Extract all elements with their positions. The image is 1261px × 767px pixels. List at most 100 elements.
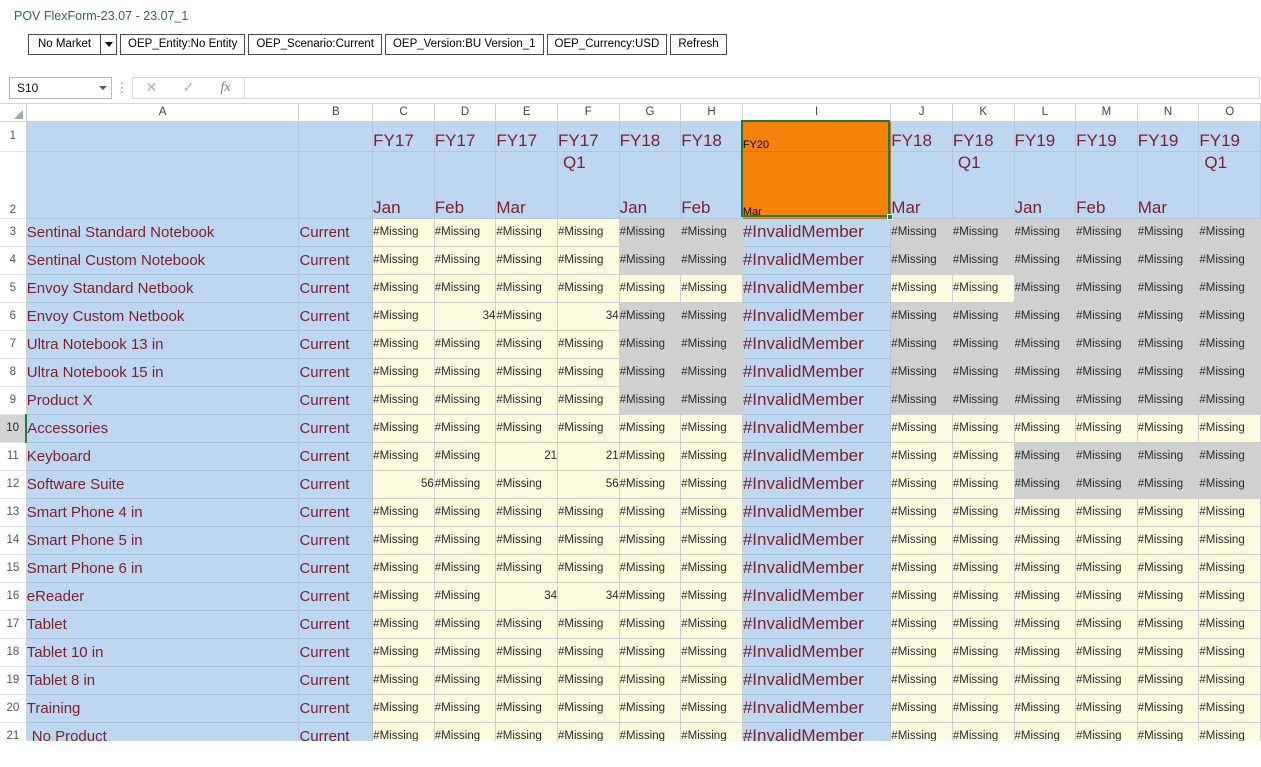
column-header-A[interactable]: A <box>26 104 299 121</box>
cell-G19[interactable]: #Missing <box>619 666 681 694</box>
cell-K6[interactable]: #Missing <box>952 302 1014 330</box>
scenario-cell[interactable]: Current <box>299 694 373 722</box>
cell-H4[interactable]: #Missing <box>681 246 743 274</box>
scenario-cell[interactable]: Current <box>299 246 373 274</box>
cell-M13[interactable]: #Missing <box>1076 498 1138 526</box>
cell-N14[interactable]: #Missing <box>1137 526 1199 554</box>
cell-N17[interactable]: #Missing <box>1137 610 1199 638</box>
cell-H17[interactable]: #Missing <box>681 610 743 638</box>
cell-F15[interactable]: #Missing <box>558 554 620 582</box>
row-header-3[interactable]: 3 <box>0 218 26 246</box>
cell-F3[interactable]: #Missing <box>558 218 620 246</box>
cell-F6[interactable]: 34 <box>558 302 620 330</box>
cell-M15[interactable]: #Missing <box>1076 554 1138 582</box>
cell-F8[interactable]: #Missing <box>558 358 620 386</box>
cell-D13[interactable]: #Missing <box>434 498 496 526</box>
cell-J18[interactable]: #Missing <box>891 638 953 666</box>
row-label[interactable]: Ultra Notebook 15 in <box>26 358 299 386</box>
cell-I19[interactable]: #InvalidMember <box>742 666 890 694</box>
row-label[interactable]: No Product <box>26 722 299 741</box>
cell-L15[interactable]: #Missing <box>1014 554 1076 582</box>
cell-H16[interactable]: #Missing <box>681 582 743 610</box>
scenario-cell[interactable]: Current <box>299 274 373 302</box>
cell-D4[interactable]: #Missing <box>434 246 496 274</box>
row-header-2[interactable]: 2 <box>0 151 26 218</box>
cell-M19[interactable]: #Missing <box>1076 666 1138 694</box>
cell-L18[interactable]: #Missing <box>1014 638 1076 666</box>
row-header-6[interactable]: 6 <box>0 302 26 330</box>
cell-D20[interactable]: #Missing <box>434 694 496 722</box>
cell-J13[interactable]: #Missing <box>891 498 953 526</box>
cell-E9[interactable]: #Missing <box>496 386 558 414</box>
cell-O12[interactable]: #Missing <box>1199 470 1261 498</box>
row-label[interactable]: Sentinal Standard Notebook <box>26 218 299 246</box>
cell-O16[interactable]: #Missing <box>1199 582 1261 610</box>
cell-F20[interactable]: #Missing <box>558 694 620 722</box>
column-header-F[interactable]: F <box>558 104 620 121</box>
cell-M11[interactable]: #Missing <box>1076 442 1138 470</box>
cell-M4[interactable]: #Missing <box>1076 246 1138 274</box>
column-header-C[interactable]: C <box>373 104 435 121</box>
cell-G12[interactable]: #Missing <box>619 470 681 498</box>
cell-M14[interactable]: #Missing <box>1076 526 1138 554</box>
cell-O21[interactable]: #Missing <box>1199 722 1261 741</box>
cell-K12[interactable]: #Missing <box>952 470 1014 498</box>
selection-fill-handle[interactable] <box>887 214 893 220</box>
cell-F14[interactable]: #Missing <box>558 526 620 554</box>
row-label[interactable]: Envoy Standard Netbook <box>26 274 299 302</box>
scenario-cell[interactable]: Current <box>299 610 373 638</box>
cell-J6[interactable]: #Missing <box>891 302 953 330</box>
cell-D16[interactable]: #Missing <box>434 582 496 610</box>
cell-C6[interactable]: #Missing <box>373 302 435 330</box>
cell-C15[interactable]: #Missing <box>373 554 435 582</box>
row-label[interactable]: Smart Phone 4 in <box>26 498 299 526</box>
column-header-K[interactable]: K <box>952 104 1014 121</box>
cell-E8[interactable]: #Missing <box>496 358 558 386</box>
cell-J7[interactable]: #Missing <box>891 330 953 358</box>
cell-O1[interactable]: FY19 <box>1199 121 1261 151</box>
cell-D6[interactable]: 34 <box>434 302 496 330</box>
spreadsheet-grid[interactable]: A B C D E F G H I J K L M N O 1FY17FY17F… <box>0 104 1261 741</box>
cell-G11[interactable]: #Missing <box>619 442 681 470</box>
cell-K7[interactable]: #Missing <box>952 330 1014 358</box>
row-label[interactable]: Keyboard <box>26 442 299 470</box>
cell-N19[interactable]: #Missing <box>1137 666 1199 694</box>
cell-D18[interactable]: #Missing <box>434 638 496 666</box>
cell-G14[interactable]: #Missing <box>619 526 681 554</box>
cell-E20[interactable]: #Missing <box>496 694 558 722</box>
cell-G18[interactable]: #Missing <box>619 638 681 666</box>
name-box[interactable]: S10 <box>9 77 112 99</box>
cell-F2[interactable]: Q1 <box>558 151 620 218</box>
cell-M1[interactable]: FY19 <box>1076 121 1138 151</box>
cell-G3[interactable]: #Missing <box>619 218 681 246</box>
cell-N12[interactable]: #Missing <box>1137 470 1199 498</box>
cell-F21[interactable]: #Missing <box>558 722 620 741</box>
column-header-I[interactable]: I <box>742 104 890 121</box>
cell-D21[interactable]: #Missing <box>434 722 496 741</box>
cell-D8[interactable]: #Missing <box>434 358 496 386</box>
scenario-cell[interactable]: Current <box>299 330 373 358</box>
column-header-J[interactable]: J <box>891 104 953 121</box>
cell-J11[interactable]: #Missing <box>891 442 953 470</box>
cell-O4[interactable]: #Missing <box>1199 246 1261 274</box>
cell-I12[interactable]: #InvalidMember <box>742 470 890 498</box>
cell-D3[interactable]: #Missing <box>434 218 496 246</box>
row-label[interactable]: Accessories <box>26 414 299 442</box>
cell-O3[interactable]: #Missing <box>1199 218 1261 246</box>
cell-J14[interactable]: #Missing <box>891 526 953 554</box>
cell-H1[interactable]: FY18 <box>681 121 743 151</box>
cell-L10[interactable]: #Missing <box>1014 414 1076 442</box>
cell-E21[interactable]: #Missing <box>496 722 558 741</box>
cell-J10[interactable]: #Missing <box>891 414 953 442</box>
cell-I15[interactable]: #InvalidMember <box>742 554 890 582</box>
cell-H15[interactable]: #Missing <box>681 554 743 582</box>
cell-E4[interactable]: #Missing <box>496 246 558 274</box>
cell-H5[interactable]: #Missing <box>681 274 743 302</box>
cell-G16[interactable]: #Missing <box>619 582 681 610</box>
cell-J3[interactable]: #Missing <box>891 218 953 246</box>
cell-N7[interactable]: #Missing <box>1137 330 1199 358</box>
cell-N3[interactable]: #Missing <box>1137 218 1199 246</box>
cell-E19[interactable]: #Missing <box>496 666 558 694</box>
row-label[interactable]: Tablet 10 in <box>26 638 299 666</box>
cell-O18[interactable]: #Missing <box>1199 638 1261 666</box>
